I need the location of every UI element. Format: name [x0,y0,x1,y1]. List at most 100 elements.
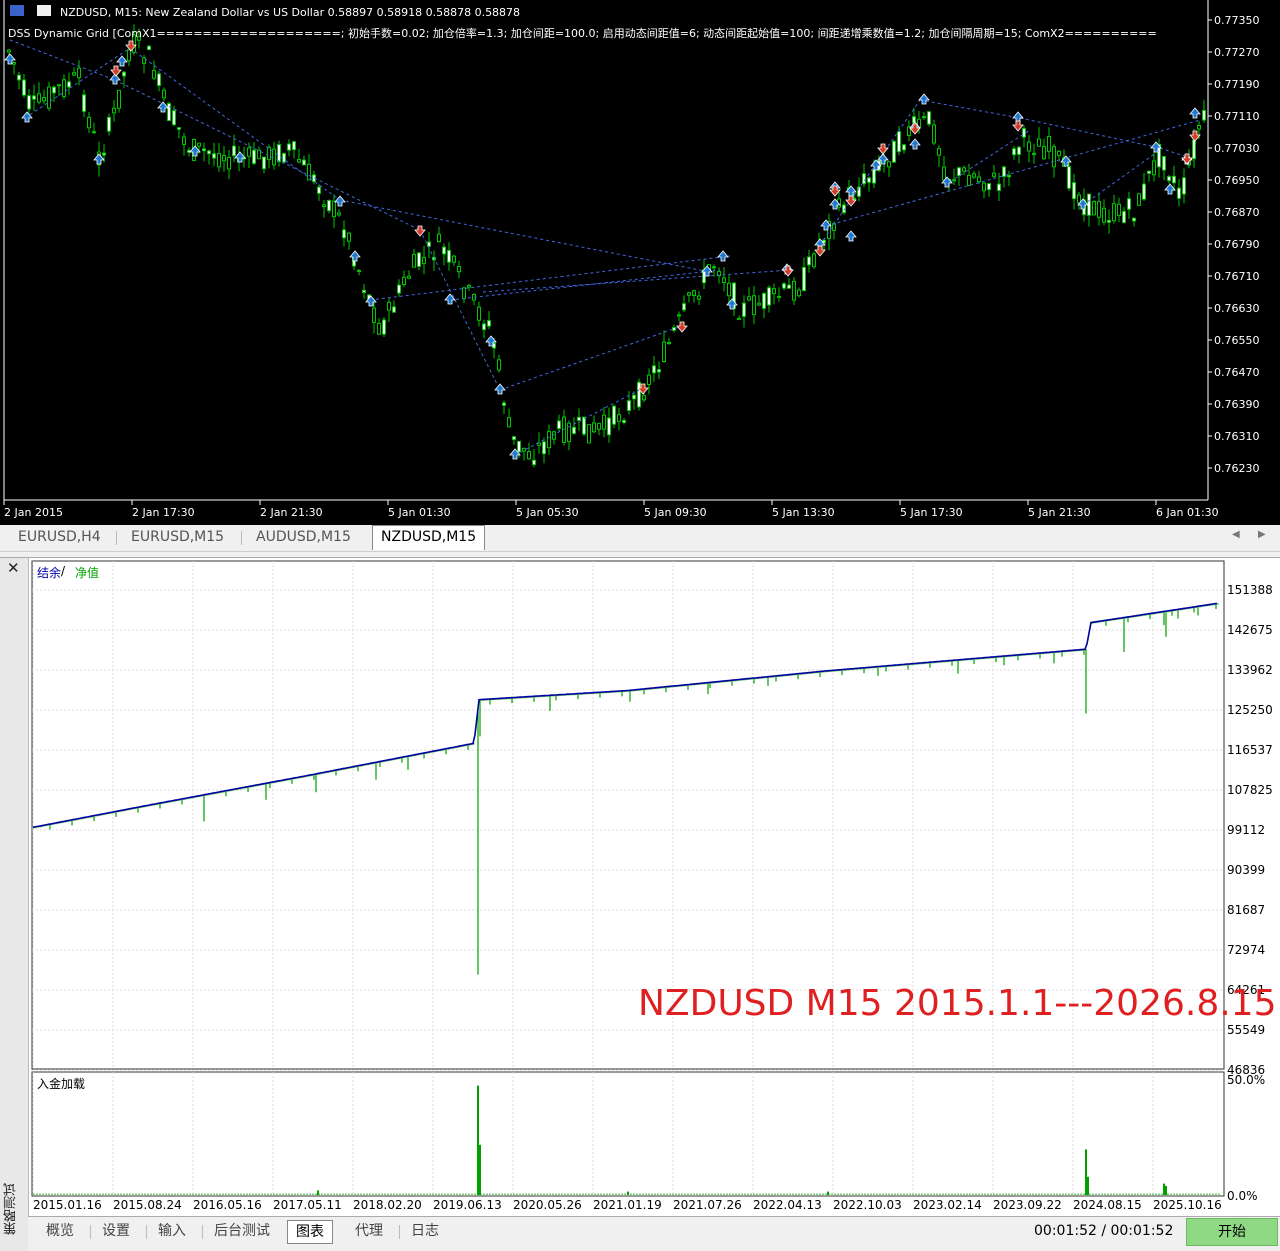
candle-body-bear [457,265,461,273]
candle-body-bull [782,283,786,289]
time-label: 5 Jan 05:30 [516,506,579,519]
candle-body-bear [992,172,996,177]
candle-body-bull [1167,176,1171,182]
time-label: 2 Jan 2015 [4,506,63,519]
candle-body-bear [7,49,11,53]
deposit-top-label: 50.0% [1227,1073,1265,1087]
tab-eurusd-h4[interactable]: EURUSD,H4 [10,526,109,548]
candle-body-bear [227,157,231,170]
candle-body-bull [517,440,521,453]
candle-body-bear [977,176,981,183]
candle-body-bull [167,103,171,122]
candle-body-bull [32,95,36,100]
tabs-right-arrow-icon[interactable]: ▶ [1258,529,1266,540]
candle-body-bull [742,302,746,317]
tab-divider [202,1225,203,1239]
balance-y-label: 133962 [1227,663,1273,677]
candle-body-bear [47,86,51,109]
candle-body-bull [1012,148,1016,156]
candle-body-bear [642,395,646,401]
candle-body-bear [617,414,621,422]
candle-body-bear [112,107,116,114]
candle-body-bull [1172,175,1176,184]
balance-x-label: 2024.08.15 [1073,1198,1142,1212]
tab-nzdusd-m15[interactable]: NZDUSD,M15 [372,525,486,550]
candle-body-bull [327,200,331,212]
tabs-left-arrow-icon[interactable]: ◀ [1232,529,1240,540]
candle-body-bull [612,405,616,425]
candle-body-bull [607,417,611,436]
candle-body-bull [1067,166,1071,189]
start-button[interactable]: 开始 [1186,1218,1278,1246]
candle-body-bear [952,179,956,182]
candle-body-bear [697,295,701,300]
tab-inputs[interactable]: 输入 [150,1220,194,1242]
strategy-tester-panel: ✕ 策略测试 151388 142675 133962 125250 116537 107… [0,557,1280,1251]
candle-body-bear [1097,201,1101,218]
chart-window-icon [10,5,24,16]
tab-agents[interactable]: 代理 [347,1220,391,1242]
candle-body-bear [1092,201,1096,216]
candle-body-bear [587,424,591,444]
deposit-bottom-label: 0.0% [1227,1189,1258,1203]
candle-body-bull [1132,217,1136,222]
candle-body-bear [117,89,121,109]
tab-settings[interactable]: 设置 [94,1220,138,1242]
candle-body-bull [1142,183,1146,200]
candle-body-bull [92,131,96,134]
tab-overview[interactable]: 概览 [38,1220,82,1242]
candle-body-bull [1177,187,1181,199]
balance-x-label: 2022.10.03 [833,1198,902,1212]
price-label: 0.76790 [1214,238,1260,251]
balance-y-label: 107825 [1227,783,1273,797]
tab-audusd-m15[interactable]: AUDUSD,M15 [248,526,359,548]
candle-body-bull [147,45,151,51]
candle-body-bear [677,314,681,317]
price-label: 0.76870 [1214,206,1260,219]
candle-body-bull [627,400,631,412]
price-chart[interactable]: 0.77350 0.77270 0.77190 0.77110 0.77030 0.769… [0,0,1280,525]
balance-graph[interactable]: 151388 142675 133962 125250 116537 107825 9911… [28,558,1280,1217]
candle-body-bear [592,422,596,433]
candle-body-bull [1192,139,1196,160]
price-chart-window[interactable]: 0.77350 0.77270 0.77190 0.77110 0.77030 0.769… [0,0,1280,525]
balance-x-label: 2019.06.13 [433,1198,502,1212]
tab-divider [399,1225,400,1239]
tab-journal[interactable]: 日志 [403,1220,447,1242]
candle-body-bear [222,154,226,162]
close-icon[interactable]: ✕ [7,559,20,577]
candle-body-bear [737,317,741,320]
time-label: 6 Jan 01:30 [1156,506,1219,519]
candle-body-bull [892,140,896,163]
balance-y-label: 125250 [1227,703,1273,717]
candle-body-bull [577,416,581,421]
candle-body-bear [1057,150,1061,156]
candle-body-bull [447,249,451,263]
candle-body-bull [512,436,516,441]
candle-body-bull [1022,127,1026,138]
tab-backtest[interactable]: 后台测试 [206,1220,278,1242]
candle-body-bear [452,255,456,263]
candle-body-bear [1137,193,1141,206]
candle-body-bull [392,306,396,313]
chart-expert-icon [37,5,51,16]
candle-body-bull [157,73,161,86]
candle-body-bear [407,275,411,279]
candle-body-bear [772,288,776,295]
candle-body-bull [1007,174,1011,178]
candle-body-bear [982,182,986,192]
price-label: 0.76630 [1214,302,1260,315]
candle-body-bull [1072,182,1076,200]
candle-body-bear [37,93,41,103]
price-label: 0.77110 [1214,110,1260,123]
candle-body-bull [807,256,811,266]
balance-y-label: 151388 [1227,583,1273,597]
candle-body-bull [232,145,236,157]
tab-graph[interactable]: 图表 [287,1220,333,1244]
price-label: 0.76710 [1214,270,1260,283]
candle-body-bear [937,148,941,156]
tab-eurusd-m15[interactable]: EURUSD,M15 [123,526,232,548]
price-label: 0.77270 [1214,46,1260,59]
balance-x-label: 2022.04.13 [753,1198,822,1212]
candle-body-bear [752,295,756,316]
